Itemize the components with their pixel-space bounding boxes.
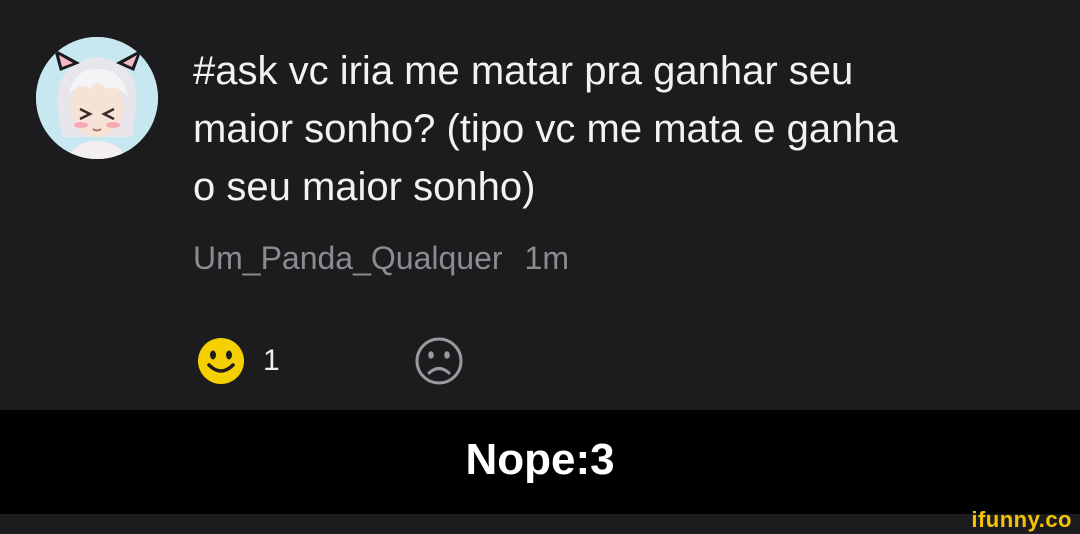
caption-band: Nope:3 xyxy=(0,410,1080,514)
ask-post: #ask vc iria me matar pra ganhar seu mai… xyxy=(0,0,1080,410)
screen: #ask vc iria me matar pra ganhar seu mai… xyxy=(0,0,1080,534)
footer-strip xyxy=(0,514,1080,534)
smiley-face-icon[interactable] xyxy=(195,335,247,387)
ifunny-watermark: ifunny.co xyxy=(971,507,1072,532)
like-count: 1 xyxy=(263,344,280,377)
anime-boy-avatar-icon xyxy=(36,37,158,159)
post-meta: Um_Panda_Qualquer 1m xyxy=(193,236,569,280)
sad-face-icon[interactable] xyxy=(413,335,465,387)
user-avatar[interactable] xyxy=(36,37,158,159)
timestamp: 1m xyxy=(524,240,569,276)
caption-text: Nope:3 xyxy=(465,435,615,484)
question-text: #ask vc iria me matar pra ganhar seu mai… xyxy=(193,49,898,209)
username-link[interactable]: Um_Panda_Qualquer xyxy=(193,240,503,276)
